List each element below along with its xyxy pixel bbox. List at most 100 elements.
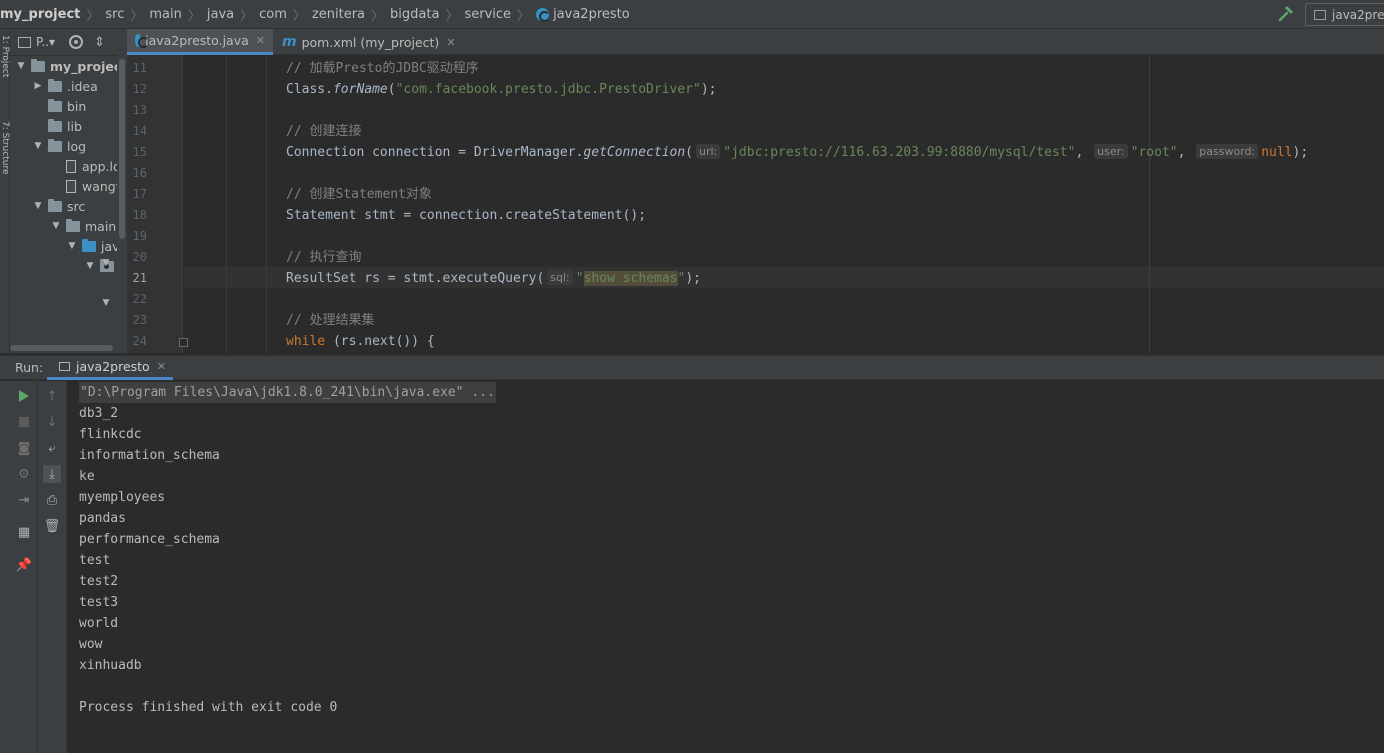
- file-icon: [66, 159, 76, 173]
- tree-item[interactable]: lib: [32, 116, 82, 136]
- scroll-up-button[interactable]: ↑: [43, 387, 61, 405]
- fold-marker-icon[interactable]: [179, 338, 188, 347]
- code-token: "com.facebook.presto.jdbc.PrestoDriver": [395, 82, 701, 97]
- exit-button[interactable]: ⇥: [15, 491, 33, 509]
- tree-item[interactable]: ▼ log: [32, 136, 86, 156]
- clear-all-button[interactable]: 🗑: [43, 517, 61, 535]
- code-token: (rs.next()) {: [325, 334, 435, 349]
- code-token: ,: [1177, 145, 1194, 160]
- tool-tab-structure[interactable]: 7: Structure: [0, 121, 10, 201]
- parameter-hint: user:: [1094, 144, 1128, 159]
- breadcrumb: my_project 〉 src 〉 main 〉 java 〉 com 〉 zenitera 〉 bi…: [0, 0, 630, 28]
- breadcrumb-item[interactable]: bigdata: [390, 7, 439, 22]
- code-token: (: [685, 145, 693, 160]
- app-config-icon: [1314, 9, 1326, 20]
- expanded-arrow-icon[interactable]: ▼: [84, 261, 96, 271]
- line-number: 24: [132, 334, 147, 348]
- breadcrumb-label: bigdata: [390, 6, 440, 22]
- close-tab-icon[interactable]: ✕: [446, 36, 455, 49]
- run-tab-java2presto[interactable]: java2presto ✕: [47, 356, 173, 380]
- breadcrumb-item[interactable]: service: [464, 7, 511, 22]
- project-scrollbar[interactable]: [117, 29, 127, 353]
- print-button[interactable]: ⎙: [43, 491, 61, 509]
- tree-item[interactable]: ▼ src: [32, 196, 85, 216]
- project-view-icon: [18, 36, 31, 48]
- scrollbar-thumb[interactable]: [119, 59, 125, 239]
- line-number: 17: [132, 187, 147, 201]
- line-number: 22: [132, 292, 147, 306]
- breadcrumb-item[interactable]: java: [207, 7, 234, 22]
- code-token: (: [387, 82, 396, 97]
- code-token: // 处理结果集: [286, 313, 375, 328]
- line-number: 13: [132, 103, 147, 117]
- close-tab-icon[interactable]: ✕: [256, 34, 265, 47]
- tree-item[interactable]: ▶ .idea: [32, 76, 98, 96]
- tree-item[interactable]: ▼ my_project: [15, 56, 127, 76]
- line-number: 19: [132, 229, 147, 243]
- tree-item-label: lib: [67, 118, 82, 134]
- breadcrumb-item[interactable]: java2presto: [536, 7, 630, 22]
- exit-icon: ⇥: [18, 492, 30, 508]
- tree-item[interactable]: bin: [32, 96, 86, 116]
- collapsed-arrow-icon[interactable]: ▶: [32, 81, 44, 91]
- tree-item-label: main: [85, 218, 117, 234]
- expanded-arrow-icon[interactable]: ▼: [32, 141, 44, 151]
- pin-button[interactable]: 📌: [15, 556, 33, 574]
- breadcrumb-separator-icon: 〉: [130, 8, 144, 24]
- breadcrumb-label: main: [149, 6, 182, 22]
- close-run-tab-icon[interactable]: ✕: [157, 360, 166, 373]
- console-output-line: db3_2: [79, 406, 119, 421]
- app-config-icon: [59, 362, 70, 371]
- run-console[interactable]: "D:\Program Files\Java\jdk1.8.0_241\bin\…: [67, 381, 1384, 753]
- play-icon: [19, 390, 29, 402]
- breadcrumb-item[interactable]: src: [105, 7, 124, 22]
- soft-wrap-icon: ⤶: [48, 440, 56, 456]
- console-output-line: myemployees: [79, 490, 166, 505]
- scroll-to-end-button[interactable]: ⤓: [43, 465, 61, 483]
- expanded-arrow-icon[interactable]: ▼: [100, 258, 112, 268]
- project-horizontal-scrollbar[interactable]: [10, 345, 113, 351]
- code-editor[interactable]: 11 12 13 14 15 16 17 18 19 20 21 22 23 24 // 加载Presto…: [127, 55, 1384, 353]
- breadcrumb-item[interactable]: zenitera: [312, 7, 365, 22]
- expanded-arrow-icon[interactable]: ▼: [15, 61, 27, 71]
- tab-pom-xml[interactable]: m pom.xml (my_project) ✕: [274, 29, 464, 55]
- console-output-line: test: [79, 553, 111, 568]
- console-output-line: test3: [79, 595, 119, 610]
- expanded-arrow-icon[interactable]: ▼: [100, 298, 112, 308]
- rerun-button[interactable]: [15, 387, 33, 405]
- layout-button[interactable]: ▦: [15, 523, 33, 541]
- scroll-down-button[interactable]: ↓: [43, 413, 61, 431]
- tree-item[interactable]: ▼ main: [50, 216, 116, 236]
- project-view-selector[interactable]: P..▾: [36, 35, 55, 49]
- expanded-arrow-icon[interactable]: ▼: [32, 201, 44, 211]
- breadcrumb-item[interactable]: com: [259, 7, 287, 22]
- tool-tab-project[interactable]: 1: Project: [0, 35, 10, 95]
- collapse-all-icon[interactable]: ⇕: [94, 35, 105, 50]
- tree-item[interactable]: app.log: [50, 156, 127, 176]
- settings-button[interactable]: ⚙: [15, 465, 33, 483]
- soft-wrap-button[interactable]: ⤶: [43, 439, 61, 457]
- breadcrumb-item[interactable]: my_project: [0, 7, 80, 22]
- run-panel-header: Run: java2presto ✕: [0, 355, 1384, 380]
- expanded-arrow-icon[interactable]: ▼: [66, 241, 78, 251]
- expanded-arrow-icon[interactable]: ▼: [50, 221, 62, 231]
- breadcrumb-label: java: [206, 6, 235, 22]
- locate-file-icon[interactable]: [69, 35, 84, 49]
- tree-item[interactable]: wangtin: [50, 176, 127, 196]
- folder-icon: [48, 138, 62, 152]
- build-hammer-icon[interactable]: [1277, 5, 1295, 23]
- line-number: 23: [132, 313, 147, 327]
- console-output-line: ke: [79, 469, 95, 484]
- file-icon: [66, 179, 76, 193]
- dump-threads-button[interactable]: ◙: [15, 439, 33, 457]
- breadcrumb-item[interactable]: main: [149, 7, 181, 22]
- code-line: Connection connection = DriverManager.ge…: [286, 142, 1308, 163]
- code-line: while (rs.next()) {: [286, 331, 435, 352]
- stop-button[interactable]: [15, 413, 33, 431]
- module-folder-icon: [31, 58, 45, 72]
- code-line: // 创建连接: [286, 121, 361, 142]
- arrow-up-icon: ↑: [46, 388, 58, 404]
- run-configuration-selector[interactable]: java2presto: [1305, 3, 1384, 26]
- code-token: while: [286, 334, 326, 349]
- tab-java2presto-java[interactable]: java2presto.java ✕: [127, 29, 273, 55]
